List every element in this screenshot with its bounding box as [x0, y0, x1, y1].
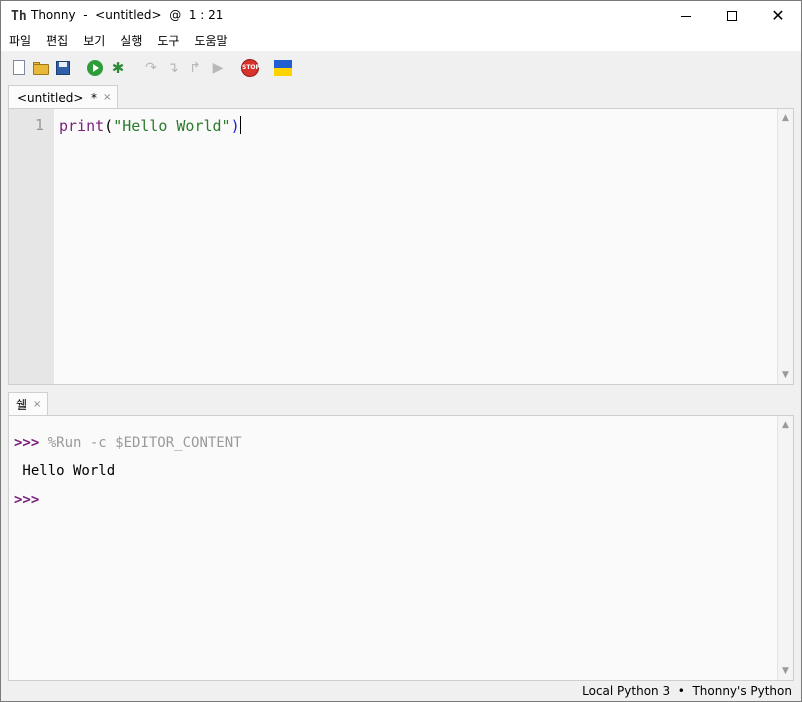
thonny-app-icon: Th [11, 9, 27, 24]
step-out-icon: ↱ [189, 60, 201, 76]
shell-output: Hello World [14, 463, 116, 479]
menu-edit[interactable]: 편집 [38, 31, 75, 51]
new-file-button[interactable] [10, 59, 28, 77]
run-button[interactable] [86, 59, 104, 77]
status-bar: Local Python 3 • Thonny's Python [1, 681, 801, 701]
scroll-down-icon[interactable]: ▼ [778, 368, 793, 382]
window-title: Thonny - <untitled> @ 1 : 21 [31, 8, 224, 22]
step-into-button[interactable]: ↴ [164, 59, 182, 77]
line-number-gutter: 1 [9, 109, 54, 384]
minimize-icon [681, 15, 691, 17]
text-cursor [239, 116, 241, 134]
menu-bar: 파일 편집 보기 실행 도구 도움말 [1, 31, 801, 51]
shell-scroll-up-icon[interactable]: ▲ [778, 418, 793, 432]
shell-prompt-active: >>> [14, 492, 40, 508]
toolbar: ✱ ↷ ↴ ↱ ▶ STOP [1, 51, 801, 85]
menu-tools[interactable]: 도구 [149, 31, 186, 51]
thonny-window: Th Thonny - <untitled> @ 1 : 21 ✕ 파일 편집 … [0, 0, 802, 702]
ukraine-flag-icon [274, 60, 292, 68]
tab-shell[interactable]: 쉘 × [8, 392, 49, 416]
close-button[interactable]: ✕ [755, 1, 801, 31]
close-icon: ✕ [771, 6, 785, 25]
shell-vertical-scrollbar[interactable]: ▲ ▼ [777, 416, 793, 680]
interpreter-status[interactable]: Local Python 3 • Thonny's Python [582, 684, 792, 698]
code-open-paren: ( [104, 117, 114, 135]
code-line[interactable]: print("Hello World") [59, 116, 241, 135]
step-over-button[interactable]: ↷ [142, 59, 160, 77]
tab-shell-label: 쉘 [16, 398, 28, 412]
debug-button[interactable]: ✱ [109, 59, 127, 77]
stop-icon: STOP [241, 59, 260, 77]
tab-untitled-label: <untitled> * [17, 90, 98, 105]
shell-panel[interactable]: >>> %Run -c $EDITOR_CONTENT Hello World … [8, 415, 794, 681]
code-string: "Hello World" [113, 117, 231, 135]
save-button[interactable] [54, 59, 72, 77]
code-builtin-print: print [59, 117, 105, 135]
shell-scroll-down-icon[interactable]: ▼ [778, 664, 793, 678]
resume-button[interactable]: ▶ [209, 59, 227, 77]
save-icon-label [59, 62, 67, 67]
run-icon-triangle [93, 64, 99, 72]
ukraine-flag-button[interactable] [274, 59, 292, 77]
scroll-up-icon[interactable]: ▲ [778, 111, 793, 125]
shell-tab-bar: 쉘 × [8, 392, 794, 416]
editor-tab-bar: <untitled> * × [8, 85, 794, 109]
title-bar[interactable]: Th Thonny - <untitled> @ 1 : 21 ✕ [1, 1, 801, 31]
resume-icon: ▶ [212, 60, 224, 76]
menu-view[interactable]: 보기 [75, 31, 112, 51]
shell-prompt: >>> [14, 435, 40, 451]
maximize-icon [727, 11, 737, 21]
open-file-button[interactable] [32, 59, 50, 77]
step-out-button[interactable]: ↱ [186, 59, 204, 77]
ukraine-flag-icon-lower [274, 68, 292, 76]
maximize-button[interactable] [709, 1, 755, 31]
editor-vertical-scrollbar[interactable]: ▲ ▼ [777, 109, 793, 384]
step-over-icon: ↷ [145, 60, 157, 76]
code-editor[interactable]: 1 print("Hello World") ▲ ▼ [8, 108, 794, 385]
menu-help[interactable]: 도움말 [186, 31, 234, 51]
step-into-icon: ↴ [167, 60, 179, 76]
stop-button[interactable]: STOP [241, 59, 260, 77]
shell-tab-close-icon[interactable]: × [33, 399, 41, 410]
minimize-button[interactable] [663, 1, 709, 31]
shell-command: %Run -c $EDITOR_CONTENT [39, 435, 242, 451]
tab-untitled[interactable]: <untitled> * × [8, 85, 119, 109]
menu-run[interactable]: 실행 [112, 31, 149, 51]
open-file-icon [33, 64, 49, 75]
new-file-icon [13, 60, 25, 75]
line-number: 1 [34, 116, 44, 134]
debug-icon: ✱ [111, 59, 125, 77]
shell-command-line: >>> %Run -c $EDITOR_CONTENT [14, 435, 242, 451]
tab-close-icon[interactable]: × [103, 92, 111, 103]
menu-file[interactable]: 파일 [1, 31, 38, 51]
code-close-paren: ) [230, 117, 240, 135]
shell-input-line[interactable]: >>> [14, 492, 39, 508]
